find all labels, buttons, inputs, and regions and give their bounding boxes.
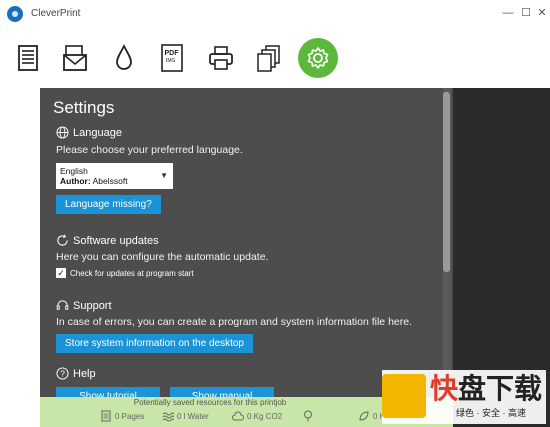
- water-saved: 0 l Water: [162, 410, 209, 422]
- support-section-header: Support: [56, 299, 112, 312]
- language-missing-button[interactable]: Language missing?: [56, 195, 161, 214]
- help-section-header: ? Help: [56, 367, 96, 380]
- language-author-line: Author: Abelssoft: [60, 176, 169, 186]
- language-section-header: Language: [56, 126, 122, 139]
- page-title: Settings: [53, 98, 115, 117]
- savings-title: Potentially saved resources for this pri…: [133, 398, 287, 407]
- help-header: Help: [73, 367, 96, 380]
- gear-icon: [307, 47, 329, 69]
- watermark-title-right: 盘下载: [458, 373, 543, 404]
- pdf-img-icon: PDF IMG: [161, 44, 183, 72]
- print-tool-button[interactable]: [203, 40, 239, 76]
- envelope-icon: [63, 45, 87, 71]
- update-checkbox[interactable]: ✓: [56, 268, 66, 278]
- minimize-button[interactable]: —: [500, 5, 516, 21]
- cloud-icon: [232, 411, 244, 421]
- refresh-icon: [57, 234, 68, 246]
- store-system-info-button[interactable]: Store system information on the desktop: [56, 334, 253, 353]
- tree-icon: [304, 410, 312, 422]
- leaf-icon: [359, 411, 369, 421]
- pages-value: 0 Pages: [115, 411, 145, 421]
- pages-saved: 0 Pages: [100, 410, 144, 422]
- watermark-tagline: 绿色 · 安全 · 高速: [456, 408, 526, 418]
- author-label: Author:: [60, 176, 91, 186]
- co2-value: 0 Kg CO2: [247, 411, 283, 421]
- settings-tool-button[interactable]: [298, 38, 338, 78]
- app-logo-icon: [7, 6, 23, 22]
- update-checkbox-label: Check for updates at program start: [70, 268, 194, 278]
- selected-language: English: [60, 166, 88, 176]
- co2-saved: 0 Kg CO2: [232, 410, 282, 422]
- svg-text:?: ?: [60, 369, 65, 379]
- support-header: Support: [73, 299, 112, 312]
- watermark-title-left: 快: [430, 373, 459, 404]
- language-header: Language: [73, 126, 122, 139]
- support-description: In case of errors, you can create a prog…: [56, 316, 413, 328]
- pdf-tool-button[interactable]: PDF IMG: [154, 40, 190, 76]
- window-title: CleverPrint: [31, 8, 81, 19]
- author-value: Abelssoft: [92, 176, 128, 186]
- update-check-row[interactable]: ✓ Check for updates at program start: [56, 268, 194, 278]
- ink-drop-icon: [116, 43, 132, 70]
- language-description: Please choose your preferred language.: [56, 144, 243, 156]
- copies-tool-button[interactable]: [251, 40, 287, 76]
- watermark-title: 快盘下载: [430, 374, 542, 404]
- pdf-label: PDF: [165, 50, 180, 57]
- close-button[interactable]: ✕: [534, 5, 550, 21]
- left-margin: [0, 88, 40, 427]
- toolbar: PDF IMG: [0, 28, 550, 88]
- pages-icon: [101, 410, 111, 422]
- globe-icon: [56, 126, 69, 139]
- help-icon: ?: [56, 367, 69, 380]
- updates-description: Here you can configure the automatic upd…: [56, 251, 269, 263]
- tree-saved: [302, 410, 317, 422]
- ink-tool-button[interactable]: [106, 40, 142, 76]
- water-waves-icon: [162, 412, 174, 422]
- chevron-down-icon: ▼: [160, 171, 168, 180]
- maximize-button[interactable]: ☐: [518, 5, 534, 21]
- watermark-logo: 快盘下载 绿色 · 安全 · 高速: [382, 370, 546, 424]
- headset-icon: [56, 300, 69, 310]
- updates-section-header: Software updates: [56, 234, 159, 247]
- water-value: 0 l Water: [177, 411, 209, 421]
- printer-icon: [209, 46, 233, 70]
- document-icon: [18, 45, 38, 71]
- updates-header: Software updates: [73, 234, 159, 247]
- title-bar: CleverPrint — ☐ ✕: [0, 0, 550, 28]
- img-label: IMG: [166, 58, 176, 64]
- last-saved: 0 K: [358, 410, 385, 422]
- document-tool-button[interactable]: [10, 40, 46, 76]
- email-tool-button[interactable]: [57, 40, 93, 76]
- language-select[interactable]: English Author: Abelssoft ▼: [56, 163, 173, 189]
- copies-icon: [257, 45, 280, 72]
- watermark-mark-icon: [382, 374, 426, 418]
- scrollbar-thumb[interactable]: [443, 92, 450, 272]
